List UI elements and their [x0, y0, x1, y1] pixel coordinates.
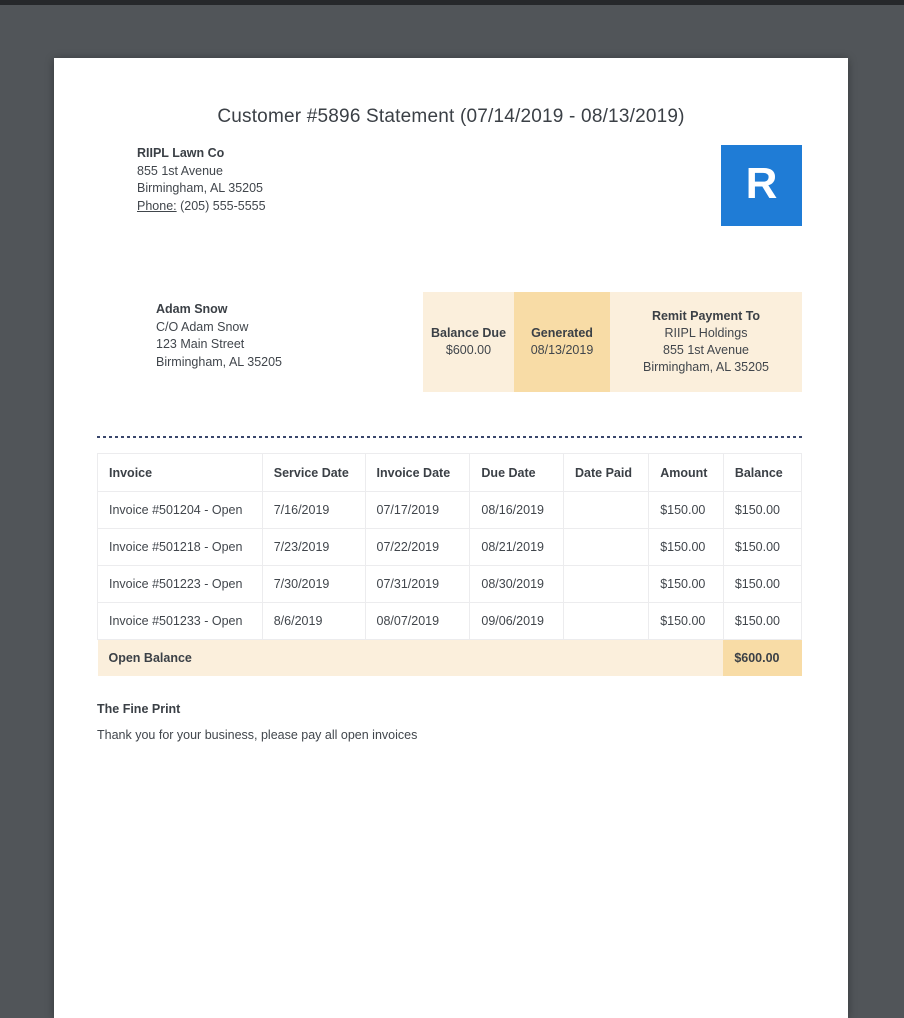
cell-balance: $150.00	[722, 528, 803, 566]
remit-label: Remit Payment To	[651, 309, 761, 323]
company-name: RIIPL Lawn Co	[137, 146, 225, 160]
cell-invoice: Invoice #501204 - Open	[97, 491, 263, 529]
cell-balance: $150.00	[722, 491, 803, 529]
open-balance-value: $600.00	[723, 639, 802, 676]
remit-line1: RIIPL Holdings	[664, 326, 748, 340]
company-logo: R	[721, 145, 802, 226]
fine-print-text: Thank you for your business, please pay …	[97, 727, 418, 742]
dotted-divider	[97, 436, 802, 438]
balance-due-label: Balance Due	[430, 326, 507, 340]
cell-service-date: 7/30/2019	[261, 565, 366, 603]
cell-due-date: 08/16/2019	[469, 491, 565, 529]
balance-due-value: $600.00	[445, 343, 492, 357]
generated-value: 08/13/2019	[530, 343, 594, 357]
cell-amount: $150.00	[648, 602, 724, 640]
column-header-amount: Amount	[648, 453, 724, 492]
column-header-invoice: Invoice	[97, 453, 263, 492]
cell-service-date: 8/6/2019	[261, 602, 366, 640]
open-balance-label: Open Balance	[97, 639, 724, 676]
customer-address-block: Adam Snow C/O Adam Snow 123 Main Street …	[156, 301, 282, 371]
summary-box: Balance Due $600.00 Generated 08/13/2019…	[423, 292, 802, 392]
customer-care-of: C/O Adam Snow	[156, 319, 249, 334]
cell-service-date: 7/16/2019	[261, 491, 366, 529]
phone-number: (205) 555-5555	[180, 198, 266, 213]
customer-name: Adam Snow	[156, 302, 228, 316]
summary-generated: Generated 08/13/2019	[514, 292, 610, 392]
company-phone-line: Phone: (205) 555-5555	[137, 198, 266, 216]
cell-date-paid	[563, 528, 650, 566]
cell-invoice-date: 07/17/2019	[364, 491, 471, 529]
company-address-line1: 855 1st Avenue	[137, 163, 223, 178]
customer-street: 123 Main Street	[156, 337, 245, 351]
cell-due-date: 08/21/2019	[469, 528, 565, 566]
column-header-balance: Balance	[722, 453, 803, 492]
summary-remit-payment: Remit Payment To RIIPL Holdings 855 1st …	[610, 292, 802, 392]
cell-invoice-date: 07/31/2019	[364, 565, 471, 603]
cell-invoice-date: 07/22/2019	[364, 528, 471, 566]
cell-date-paid	[563, 602, 650, 640]
column-header-due-date: Due Date	[469, 453, 565, 492]
table-row: Invoice #501204 - Open 7/16/2019 07/17/2…	[97, 491, 803, 529]
column-header-invoice-date: Invoice Date	[364, 453, 471, 492]
fine-print-heading: The Fine Print	[97, 701, 181, 716]
company-address-line2: Birmingham, AL 35205	[137, 181, 264, 195]
cell-balance: $150.00	[722, 602, 803, 640]
cell-invoice: Invoice #501218 - Open	[97, 528, 263, 566]
invoices-table-wrap: Invoice Service Date Invoice Date Due Da…	[97, 453, 803, 676]
table-row: Invoice #501233 - Open 8/6/2019 08/07/20…	[97, 602, 803, 640]
table-row: Invoice #501223 - Open 7/30/2019 07/31/2…	[97, 565, 803, 603]
column-header-date-paid: Date Paid	[563, 453, 650, 492]
column-header-service-date: Service Date	[261, 453, 366, 492]
cell-invoice: Invoice #501223 - Open	[97, 565, 263, 603]
cell-balance: $150.00	[722, 565, 803, 603]
cell-due-date: 09/06/2019	[469, 602, 565, 640]
cell-date-paid	[563, 565, 650, 603]
remit-line3: Birmingham, AL 35205	[642, 360, 769, 374]
phone-label: Phone:	[137, 198, 177, 213]
company-address-block: RIIPL Lawn Co 855 1st Avenue Birmingham,…	[137, 145, 266, 215]
cell-amount: $150.00	[648, 528, 724, 566]
remit-line2: 855 1st Avenue	[663, 343, 749, 357]
cell-invoice-date: 08/07/2019	[364, 602, 471, 640]
statement-page: Customer #5896 Statement (07/14/2019 - 0…	[54, 58, 848, 1018]
customer-city: Birmingham, AL 35205	[156, 354, 283, 369]
statement-title: Customer #5896 Statement (07/14/2019 - 0…	[217, 106, 685, 127]
table-header-row: Invoice Service Date Invoice Date Due Da…	[97, 453, 803, 492]
cell-date-paid	[563, 491, 650, 529]
window-top-strip	[0, 0, 904, 5]
cell-invoice: Invoice #501233 - Open	[97, 602, 263, 640]
table-row: Invoice #501218 - Open 7/23/2019 07/22/2…	[97, 528, 803, 566]
invoices-table: Invoice Service Date Invoice Date Due Da…	[97, 453, 803, 676]
cell-amount: $150.00	[648, 491, 724, 529]
header-row: RIIPL Lawn Co 855 1st Avenue Birmingham,…	[137, 145, 802, 226]
generated-label: Generated	[531, 326, 593, 340]
logo-letter-r: R	[745, 158, 778, 208]
cell-amount: $150.00	[648, 565, 724, 603]
info-row: Adam Snow C/O Adam Snow 123 Main Street …	[156, 292, 802, 392]
open-balance-row: Open Balance $600.00	[97, 639, 802, 676]
summary-balance-due: Balance Due $600.00	[423, 292, 514, 392]
cell-due-date: 08/30/2019	[469, 565, 565, 603]
cell-service-date: 7/23/2019	[261, 528, 366, 566]
